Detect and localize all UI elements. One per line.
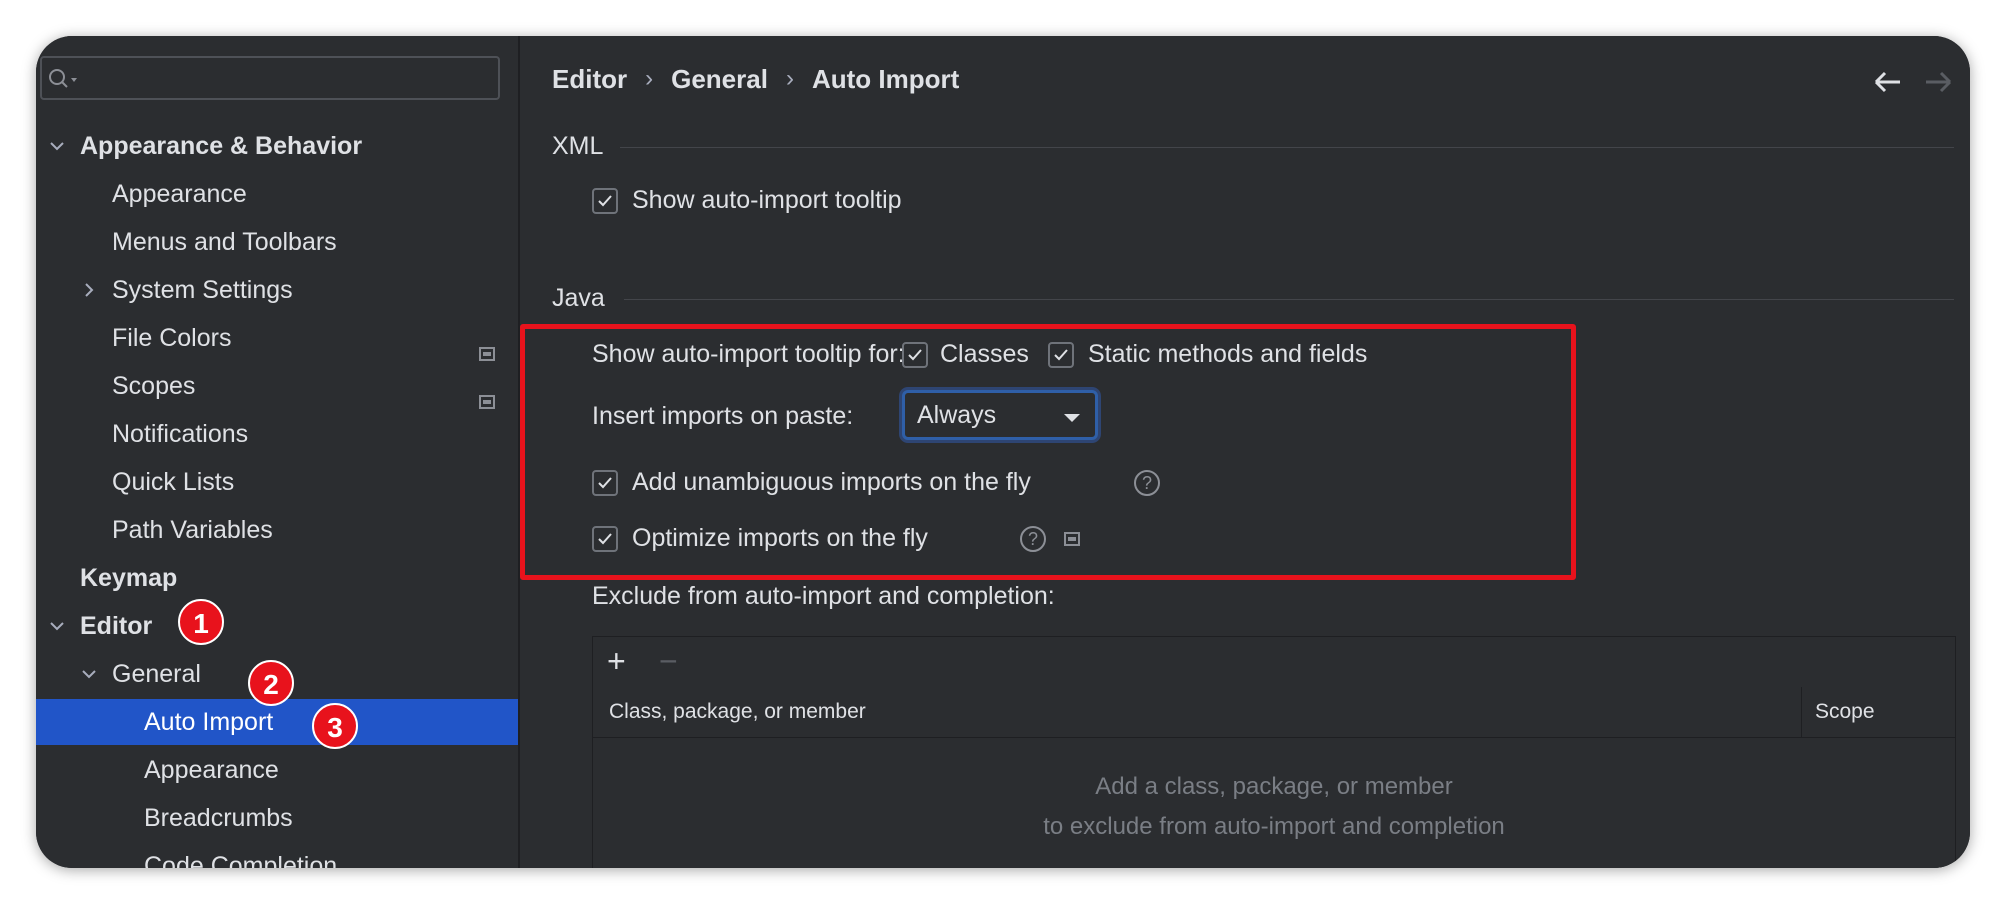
chevron-down-icon <box>48 137 66 155</box>
empty-state-line1: Add a class, package, or member <box>1095 773 1453 800</box>
sidebar-item-label: Breadcrumbs <box>144 804 293 832</box>
breadcrumb-general[interactable]: General <box>671 64 768 95</box>
sidebar-item-breadcrumbs[interactable]: Breadcrumbs <box>36 795 518 841</box>
sidebar-item-label: Path Variables <box>112 516 273 544</box>
breadcrumb-separator: › <box>785 65 794 93</box>
java-exclude-label: Exclude from auto-import and completion: <box>592 582 1055 610</box>
sidebar-item-label: Code Completion <box>144 852 338 868</box>
sidebar-item-code-completion[interactable]: Code Completion <box>36 843 518 868</box>
search-icon <box>49 69 77 88</box>
breadcrumb: Editor › General › Auto Import <box>552 62 959 102</box>
project-level-icon <box>479 330 495 361</box>
column-header-class[interactable]: Class, package, or member <box>609 687 866 737</box>
section-divider <box>620 147 1954 148</box>
column-divider[interactable] <box>1801 687 1802 737</box>
chevron-down-icon <box>80 665 98 683</box>
sidebar-item-label: File Colors <box>112 324 232 352</box>
sidebar-item-editor[interactable]: Editor <box>36 603 518 649</box>
sidebar-item-file-colors[interactable]: File Colors <box>36 315 518 361</box>
sidebar-item-label: Editor <box>80 612 153 640</box>
annotation-badge-2: 2 <box>248 660 294 706</box>
add-icon[interactable]: + <box>607 643 626 680</box>
sidebar-item-label: Notifications <box>112 420 249 448</box>
sidebar-item-path-variables[interactable]: Path Variables <box>36 507 518 553</box>
sidebar-item-label: Scopes <box>112 372 196 400</box>
sidebar-item-label: Menus and Toolbars <box>112 228 337 256</box>
sidebar-item-appearance-behavior[interactable]: Appearance & Behavior <box>36 123 518 169</box>
back-arrow-icon[interactable] <box>1870 64 1906 100</box>
xml-show-tooltip-checkbox[interactable] <box>592 188 618 214</box>
empty-state-line2: to exclude from auto-import and completi… <box>1043 813 1505 840</box>
sidebar-item-label: Appearance <box>144 756 279 784</box>
chevron-right-icon <box>80 281 98 299</box>
sidebar-item-scopes[interactable]: Scopes <box>36 363 518 409</box>
sidebar-item-label: Appearance & Behavior <box>80 132 363 160</box>
annotation-highlight-box <box>520 324 1576 580</box>
forward-arrow-icon[interactable] <box>1920 64 1956 100</box>
remove-icon[interactable]: − <box>659 643 678 680</box>
settings-window: Appearance & Behavior Appearance Menus a… <box>36 36 1970 868</box>
section-title-java: Java <box>552 284 605 312</box>
sidebar-item-quick-lists[interactable]: Quick Lists <box>36 459 518 505</box>
table-header: Class, package, or member Scope <box>593 687 1955 738</box>
sidebar-item-appearance[interactable]: Appearance <box>36 171 518 217</box>
sidebar-item-editor-appearance[interactable]: Appearance <box>36 747 518 793</box>
section-divider <box>624 299 1954 300</box>
breadcrumb-editor[interactable]: Editor <box>552 64 627 95</box>
xml-show-tooltip-label: Show auto-import tooltip <box>632 186 902 214</box>
sidebar-item-label: Appearance <box>112 180 247 208</box>
settings-content: Editor › General › Auto Import XML Show auto… <box>520 36 1970 868</box>
sidebar-item-label: System Settings <box>112 276 293 304</box>
sidebar-item-system-settings[interactable]: System Settings <box>36 267 518 313</box>
column-header-scope[interactable]: Scope <box>1815 687 1875 737</box>
search-input[interactable] <box>40 56 500 100</box>
chevron-down-icon <box>48 617 66 635</box>
project-level-icon <box>479 378 495 409</box>
sidebar-item-auto-import[interactable]: Auto Import <box>36 699 518 745</box>
annotation-badge-1: 1 <box>178 599 224 645</box>
sidebar-item-keymap[interactable]: Keymap <box>36 555 518 601</box>
table-toolbar: + − <box>593 637 1955 688</box>
sidebar-item-label: General <box>112 660 201 688</box>
sidebar-item-label: Quick Lists <box>112 468 235 496</box>
checkmark-icon <box>598 195 612 207</box>
breadcrumb-auto-import: Auto Import <box>811 63 960 94</box>
annotation-badge-3: 3 <box>312 703 358 749</box>
sidebar-item-menus-toolbars[interactable]: Menus and Toolbars <box>36 219 518 265</box>
sidebar-item-notifications[interactable]: Notifications <box>36 411 518 457</box>
breadcrumb-separator: › <box>645 65 654 93</box>
section-title-xml: XML <box>552 132 604 160</box>
exclude-table: + − Class, package, or member Scope Add … <box>592 636 1956 868</box>
sidebar-item-label: Auto Import <box>144 708 274 736</box>
settings-sidebar: Appearance & Behavior Appearance Menus a… <box>36 36 520 868</box>
sidebar-item-label: Keymap <box>80 564 178 592</box>
